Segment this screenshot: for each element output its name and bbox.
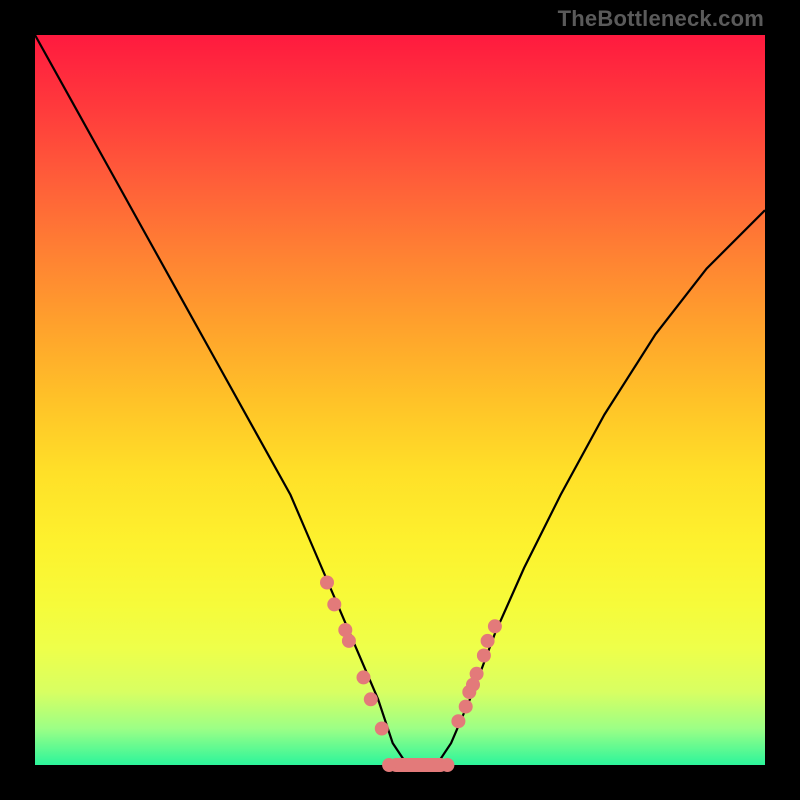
- flat-bottom-marker: [389, 758, 447, 772]
- watermark-text: TheBottleneck.com: [558, 6, 764, 32]
- data-marker: [320, 576, 334, 590]
- data-marker: [357, 670, 371, 684]
- data-marker: [481, 634, 495, 648]
- data-marker: [488, 619, 502, 633]
- data-marker: [459, 700, 473, 714]
- data-marker: [440, 758, 454, 772]
- marker-flat-bottom: [382, 758, 454, 772]
- marker-cluster-left: [320, 576, 389, 736]
- data-marker: [364, 692, 378, 706]
- data-marker: [375, 722, 389, 736]
- data-marker: [470, 667, 484, 681]
- chart-canvas: TheBottleneck.com: [0, 0, 800, 800]
- data-marker: [342, 634, 356, 648]
- data-marker: [451, 714, 465, 728]
- data-marker: [382, 758, 396, 772]
- data-marker: [327, 597, 341, 611]
- data-marker: [477, 649, 491, 663]
- bottleneck-curve: [35, 35, 765, 765]
- plot-svg: [35, 35, 765, 765]
